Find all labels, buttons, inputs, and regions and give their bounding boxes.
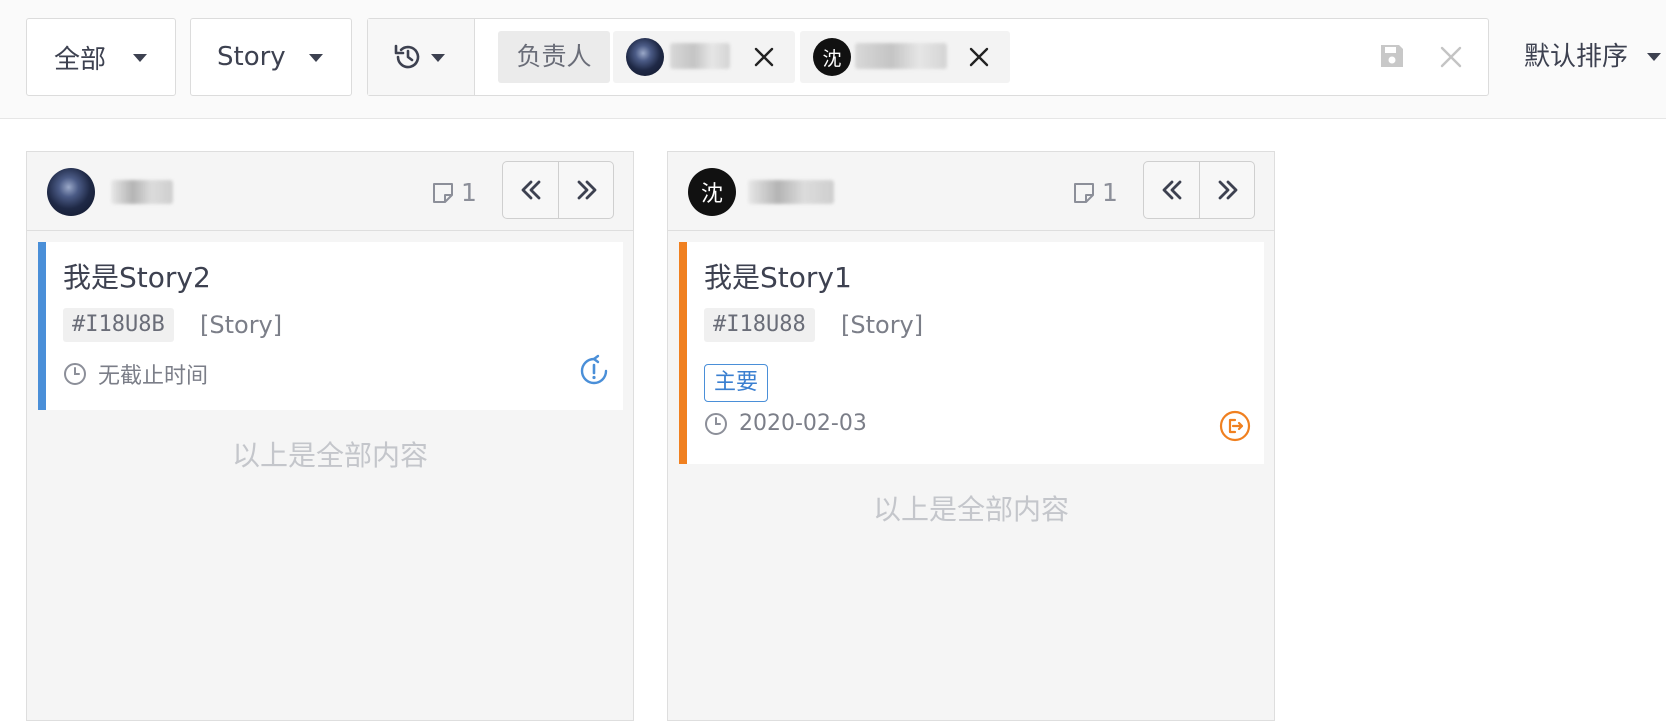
priority-badge: 主要 [704, 364, 768, 402]
assignee-name-redacted [670, 43, 730, 69]
move-left-button[interactable] [503, 162, 559, 218]
move-right-button[interactable] [1200, 162, 1255, 218]
assignee-chip[interactable] [613, 31, 795, 83]
close-icon[interactable] [1438, 44, 1464, 70]
history-icon [394, 44, 420, 69]
type-dropdown[interactable]: Story [190, 18, 352, 96]
sort-dropdown[interactable]: 默认排序 [1524, 18, 1666, 96]
save-icon[interactable] [1378, 42, 1406, 70]
clock-icon [705, 412, 727, 435]
avatar [626, 38, 664, 76]
filter-box: 负责人 沈 [367, 18, 1489, 96]
close-icon[interactable] [751, 44, 777, 70]
issue-code: #I18U8B [63, 308, 174, 342]
note-icon [433, 182, 453, 203]
column-header: 1 [27, 152, 633, 231]
issue-card[interactable]: 我是Story2 #I18U8B [Story] 无截止时间 [38, 242, 623, 410]
issue-count: 1 [431, 178, 477, 207]
caret-down-icon [133, 54, 147, 62]
column-move-group [502, 161, 614, 219]
filter-toolbar: 全部 Story 负责人 沈 默认排序 [0, 0, 1666, 119]
issue-count-value: 1 [1102, 178, 1118, 207]
scope-dropdown[interactable]: 全部 [26, 18, 176, 96]
due-date-value: 无截止时间 [98, 364, 209, 389]
issue-type: [Story] [200, 311, 283, 339]
move-left-button[interactable] [1144, 162, 1200, 218]
history-button[interactable] [368, 19, 475, 95]
status-exit-icon[interactable] [1218, 409, 1252, 443]
avatar: 沈 [688, 168, 736, 216]
issue-code: #I18U88 [704, 308, 815, 342]
issue-card[interactable]: 我是Story1 #I18U88 [Story] 主要 2020-02-03 [679, 242, 1264, 464]
due-date: 无截止时间 [63, 358, 208, 390]
kanban-column: 沈 1 我是Story1 #I18U88 [Story] 主要 2020-02-… [667, 151, 1275, 721]
assignee-name-redacted [855, 43, 947, 69]
close-icon[interactable] [966, 44, 992, 70]
issue-title[interactable]: 我是Story2 [63, 256, 211, 296]
note-icon [1074, 182, 1094, 203]
issue-count-value: 1 [461, 178, 477, 207]
double-right-icon [1218, 180, 1237, 200]
assignee-name-redacted [111, 180, 173, 204]
due-date: 2020-02-03 [704, 411, 867, 436]
issue-title[interactable]: 我是Story1 [704, 256, 852, 296]
status-sync-icon[interactable] [577, 354, 611, 388]
assignee-filter-label: 负责人 [498, 31, 610, 83]
end-of-list-note: 以上是全部内容 [231, 439, 428, 472]
column-move-group [1143, 161, 1255, 219]
caret-down-icon [309, 54, 323, 62]
caret-down-icon [1647, 53, 1661, 61]
avatar: 沈 [813, 38, 851, 76]
issue-type: [Story] [841, 311, 924, 339]
clock-icon [64, 363, 86, 385]
scope-dropdown-label: 全部 [54, 44, 107, 75]
sort-dropdown-label: 默认排序 [1524, 42, 1629, 72]
caret-down-icon [431, 54, 445, 62]
move-right-button[interactable] [559, 162, 614, 218]
end-of-list-note: 以上是全部内容 [872, 493, 1069, 526]
double-right-icon [577, 180, 596, 200]
kanban-column: 1 我是Story2 #I18U8B [Story] 无截止时间 以上是全部内容 [26, 151, 634, 721]
assignee-chip[interactable]: 沈 [800, 31, 1010, 83]
due-date-value: 2020-02-03 [739, 411, 867, 436]
type-dropdown-label: Story [217, 42, 286, 72]
issue-count: 1 [1072, 178, 1118, 207]
column-header: 沈 1 [668, 152, 1274, 231]
assignee-name-redacted [748, 180, 834, 204]
double-left-icon [1162, 180, 1181, 200]
double-left-icon [521, 180, 540, 200]
avatar [47, 168, 95, 216]
